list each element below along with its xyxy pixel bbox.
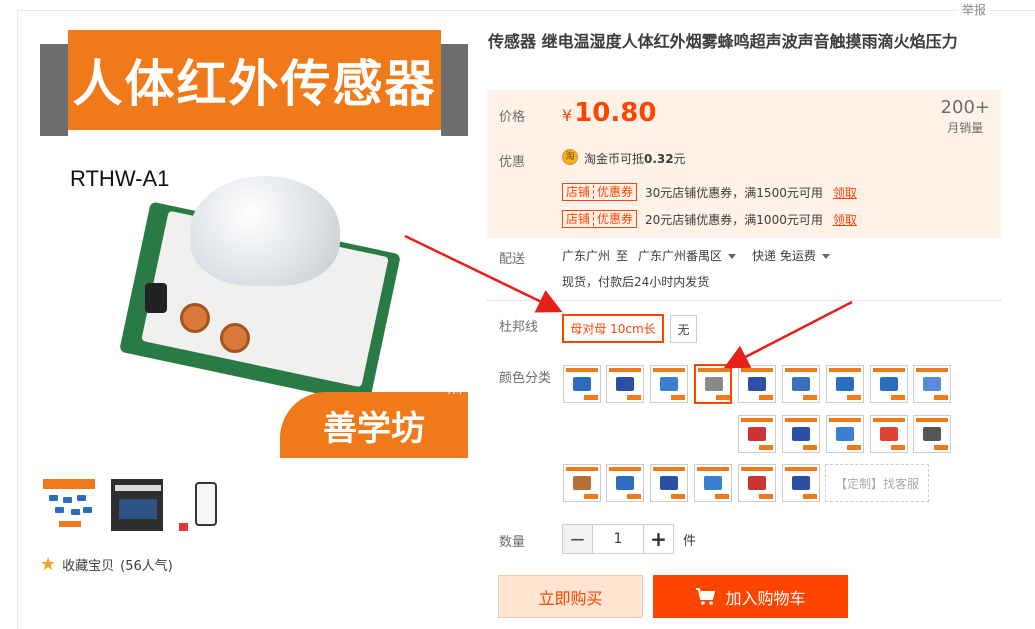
dupont-option-none[interactable]: 无	[670, 315, 697, 343]
taobao-coin-icon: 淘	[562, 149, 578, 165]
shipping-label: 配送	[499, 252, 526, 267]
quantity-stepper: − 1 +	[562, 524, 674, 554]
color-swatch[interactable]	[782, 415, 820, 453]
potentiometer	[180, 303, 210, 333]
claim-coupon-link[interactable]: 领取	[833, 184, 857, 201]
product-title: 传感器 继电温湿度人体红外烟雾蜂鸣超声波声音触摸雨滴火焰压力	[488, 32, 958, 51]
color-swatch[interactable]	[913, 365, 951, 403]
color-swatch[interactable]	[738, 415, 776, 453]
quantity-plus-button[interactable]: +	[644, 525, 673, 553]
price-currency: ¥	[562, 106, 573, 125]
image-brand-badge: 善学坊	[280, 392, 468, 458]
color-swatch[interactable]	[782, 464, 820, 502]
quantity-label: 数量	[499, 535, 526, 550]
color-swatch[interactable]	[913, 415, 951, 453]
thumbnail-2[interactable]	[110, 478, 164, 532]
price: ¥10.80	[562, 98, 656, 128]
ship-from: 广东广州	[562, 249, 611, 263]
buy-now-button[interactable]: 立即购买	[498, 575, 643, 618]
shipping-note: 现货，付款后24小时内发货	[562, 275, 710, 289]
thumbnail-list	[42, 478, 232, 532]
coupon-row: 店铺 优惠券 20元店铺优惠券，满1000元可用 领取	[562, 210, 857, 228]
color-swatch[interactable]	[826, 365, 864, 403]
banner-side-left	[40, 44, 68, 136]
color-swatch[interactable]	[782, 365, 820, 403]
color-swatch[interactable]	[870, 365, 908, 403]
add-to-cart-button[interactable]: 加入购物车	[653, 575, 848, 618]
coupon-tag: 店铺 优惠券	[562, 183, 638, 201]
thumbnail-1[interactable]	[42, 478, 96, 532]
star-icon: ★	[40, 553, 57, 575]
potentiometer	[220, 323, 250, 353]
banner-side-right	[441, 44, 468, 136]
coupon-tag-b: 优惠券	[593, 185, 634, 199]
ship-to-word: 至	[616, 249, 629, 263]
color-label: 颜色分类	[499, 371, 552, 386]
color-swatch[interactable]	[606, 365, 644, 403]
claim-coupon-link[interactable]: 领取	[833, 211, 857, 228]
color-swatch[interactable]	[826, 415, 864, 453]
monthly-sales: 200+ 月销量	[941, 97, 990, 136]
price-label: 价格	[499, 110, 526, 125]
thumbnail-3[interactable]	[178, 478, 232, 532]
coin-unit: 元	[673, 152, 686, 166]
sales-count: 200+	[940, 97, 990, 118]
color-swatch[interactable]	[563, 365, 601, 403]
add-to-cart-label: 加入购物车	[725, 588, 806, 608]
favorite-count: (56人气)	[120, 559, 173, 574]
quantity-minus-button[interactable]: −	[563, 525, 592, 553]
coupon-row: 店铺 优惠券 30元店铺优惠券，满1500元可用 领取	[562, 183, 857, 201]
custom-contact-swatch[interactable]: 【定制】找客服	[825, 464, 929, 502]
color-swatch-selected[interactable]	[694, 364, 732, 404]
dupont-option-selected[interactable]: 母对母 10cm长	[562, 314, 664, 343]
quantity-input[interactable]: 1	[592, 525, 644, 553]
color-swatch[interactable]	[650, 464, 688, 502]
favorite-label: 收藏宝贝	[62, 559, 115, 574]
coupon-tag-a: 店铺	[566, 212, 591, 226]
coin-text: 淘金币可抵0.32元	[584, 150, 686, 167]
cart-icon	[696, 587, 716, 605]
coupon-text: 20元店铺优惠券，满1000元可用	[645, 212, 823, 227]
favorite-button[interactable]: ★ 收藏宝贝 (56人气)	[40, 555, 173, 574]
dupont-label: 杜邦线	[499, 320, 539, 335]
report-link[interactable]: 举报	[957, 1, 990, 18]
image-banner: 人体红外传感器	[68, 30, 441, 130]
capacitor	[145, 283, 167, 313]
ship-method-select[interactable]: 快递 免运费	[752, 247, 830, 264]
trademark: TM	[445, 384, 462, 397]
color-swatch[interactable]	[650, 365, 688, 403]
promo-label: 优惠	[499, 155, 526, 170]
color-swatch[interactable]	[694, 464, 732, 502]
chevron-down-icon	[821, 254, 830, 259]
coupon-tag-a: 店铺	[566, 185, 591, 199]
ship-method: 快递 免运费	[752, 249, 816, 263]
color-swatch[interactable]	[738, 365, 776, 403]
coupon-text: 30元店铺优惠券，满1500元可用	[645, 185, 823, 200]
color-swatch[interactable]	[563, 464, 601, 502]
coin-value: 0.32	[644, 152, 674, 166]
coupon-tag-b: 优惠券	[593, 212, 634, 226]
shipping-row: 广东广州 至 广东广州番禺区 快递 免运费	[562, 247, 830, 264]
main-product-image[interactable]: 人体红外传感器 RTHW-A1 善学坊 TM	[40, 28, 468, 458]
pir-dome	[190, 176, 340, 286]
image-model-label: RTHW-A1	[70, 166, 170, 191]
coupon-tag: 店铺 优惠券	[562, 210, 638, 228]
coin-desc: 淘金币可抵	[584, 152, 645, 166]
color-swatch[interactable]	[606, 464, 644, 502]
chevron-down-icon	[728, 254, 737, 259]
divider	[487, 300, 1001, 301]
color-swatch[interactable]	[870, 415, 908, 453]
sales-unit: 月销量	[947, 121, 984, 135]
quantity-unit: 件	[683, 534, 697, 549]
color-swatch[interactable]	[738, 464, 776, 502]
ship-to: 广东广州番禺区	[638, 249, 723, 263]
ship-to-select[interactable]: 广东广州番禺区	[638, 247, 737, 264]
price-value: 10.80	[574, 98, 657, 128]
